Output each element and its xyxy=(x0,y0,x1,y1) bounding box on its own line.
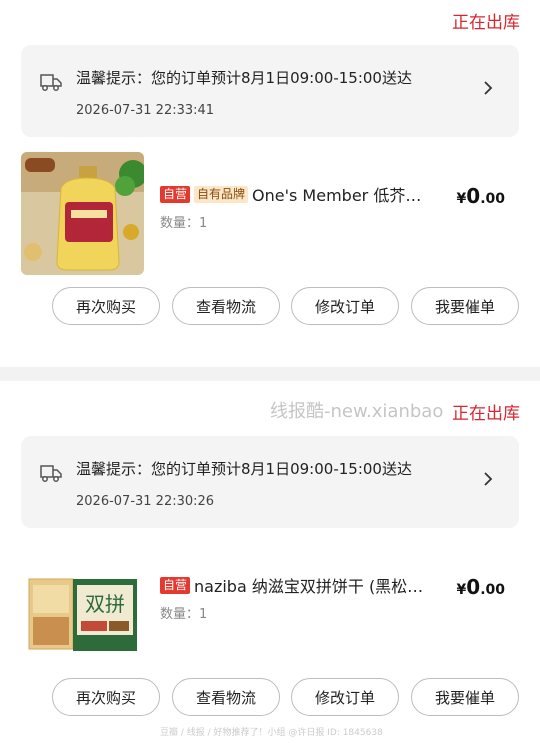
truck-icon xyxy=(40,74,62,91)
delivery-notice[interactable]: 温馨提示：您的订单预计8月1日09:00-15:00送达 2026-07-31 … xyxy=(21,45,519,137)
order-status: 正在出库 xyxy=(452,404,520,424)
product-image-oil[interactable] xyxy=(21,152,144,275)
order-status: 正在出库 xyxy=(452,13,520,33)
buy-again-button[interactable]: 再次购买 xyxy=(52,287,160,325)
own-brand-badge: 自有品牌 xyxy=(194,185,249,203)
urge-order-button[interactable]: 我要催单 xyxy=(411,678,519,716)
modify-order-button[interactable]: 修改订单 xyxy=(291,287,399,325)
price-decimal: .00 xyxy=(480,191,505,207)
notice-time: 2026-07-31 22:33:41 xyxy=(76,103,215,118)
product-image-biscuit[interactable]: 双拼 xyxy=(21,565,144,688)
truck-icon xyxy=(40,465,62,482)
delivery-notice[interactable]: 温馨提示：您的订单预计8月1日09:00-15:00送达 2026-07-31 … xyxy=(21,436,519,528)
product-name: One's Member 低芥… xyxy=(252,186,422,205)
product-title[interactable]: 自营 naziba 纳滋宝双拼饼干 (黑松… xyxy=(160,573,450,597)
section-divider xyxy=(0,367,540,381)
chevron-right-icon xyxy=(484,472,493,486)
product-name: naziba 纳滋宝双拼饼干 (黑松… xyxy=(194,577,424,596)
buy-again-button[interactable]: 再次购买 xyxy=(52,678,160,716)
package-label: 双拼 xyxy=(85,592,125,616)
footer-watermark: 豆瓣 / 线报 / 好物推荐了！小组 @许日报 ID: 1845638 xyxy=(160,728,383,738)
price-integer: 0 xyxy=(466,184,481,208)
price: ¥0.00 xyxy=(457,575,505,599)
notice-text: 温馨提示：您的订单预计8月1日09:00-15:00送达 xyxy=(76,69,412,87)
view-logistics-button[interactable]: 查看物流 xyxy=(172,678,280,716)
quantity: 数量：1 xyxy=(160,216,208,231)
order-card-2: 正在出库 温馨提示：您的订单预计8月1日09:00-15:00送达 2026-0… xyxy=(0,381,540,743)
chevron-right-icon xyxy=(484,81,493,95)
order-card-1: 正在出库 温馨提示：您的订单预计8月1日09:00-15:00送达 2026-0… xyxy=(0,0,540,367)
product-title[interactable]: 自营 自有品牌 One's Member 低芥… xyxy=(160,182,450,206)
view-logistics-button[interactable]: 查看物流 xyxy=(172,287,280,325)
self-operated-badge: 自营 xyxy=(160,576,191,594)
price-symbol: ¥ xyxy=(456,582,467,598)
notice-text: 温馨提示：您的订单预计8月1日09:00-15:00送达 xyxy=(76,460,412,478)
urge-order-button[interactable]: 我要催单 xyxy=(411,287,519,325)
price-decimal: .00 xyxy=(480,582,505,598)
modify-order-button[interactable]: 修改订单 xyxy=(291,678,399,716)
notice-time: 2026-07-31 22:30:26 xyxy=(76,494,215,509)
price-integer: 0 xyxy=(466,575,481,599)
price: ¥0.00 xyxy=(457,184,505,208)
price-symbol: ¥ xyxy=(456,191,467,207)
self-operated-badge: 自营 xyxy=(160,185,191,203)
quantity: 数量：1 xyxy=(160,607,208,622)
